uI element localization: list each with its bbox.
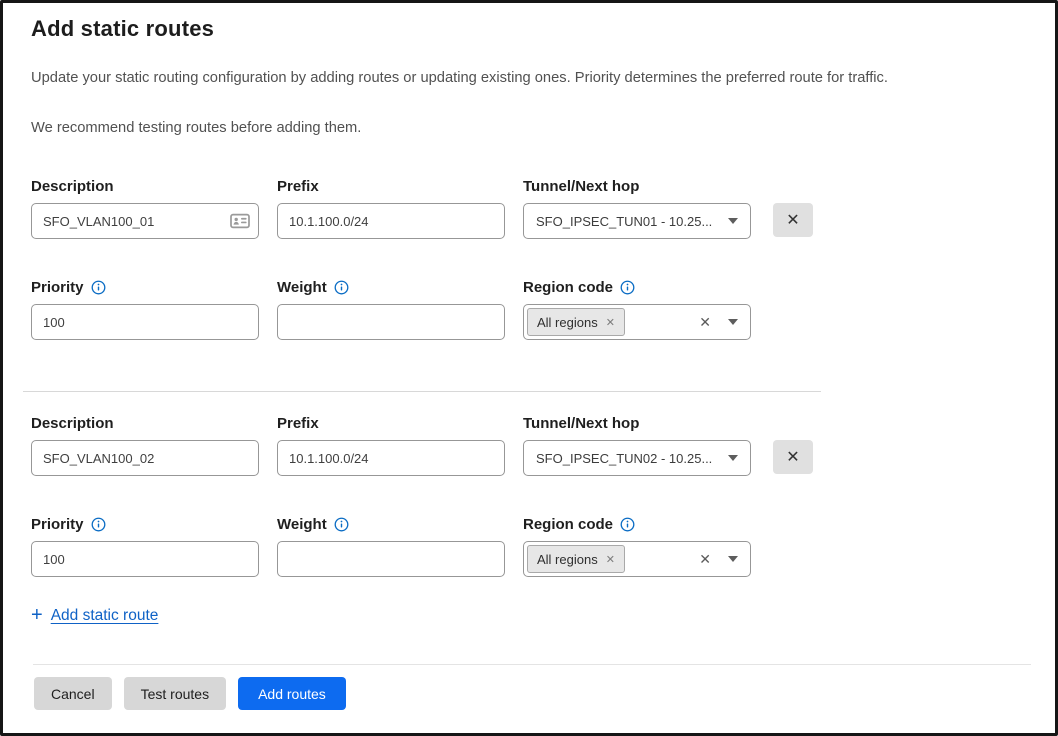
route-1-delete-field: ✕ — [769, 177, 813, 239]
delete-route-button[interactable]: ✕ — [773, 203, 813, 237]
info-icon[interactable] — [620, 517, 635, 532]
route-2-weight-field: Weight — [277, 515, 505, 577]
clear-icon[interactable]: ✕ — [699, 551, 711, 568]
chip-remove-icon[interactable]: ✕ — [606, 553, 615, 566]
delete-route-button[interactable]: ✕ — [773, 440, 813, 474]
plus-icon: + — [31, 605, 43, 625]
weight-label: Weight — [277, 516, 327, 533]
prefix-input[interactable] — [277, 440, 505, 476]
route-2-priority-field: Priority — [31, 515, 259, 577]
footer-buttons: Cancel Test routes Add routes — [34, 677, 346, 710]
chevron-down-icon — [728, 556, 738, 562]
region-chip-label: All regions — [537, 315, 598, 330]
tunnel-label: Tunnel/Next hop — [523, 414, 751, 433]
route-1-weight-field: Weight — [277, 278, 505, 340]
description-input[interactable] — [31, 203, 259, 239]
tunnel-select-value: SFO_IPSEC_TUN02 - 10.25... — [536, 451, 728, 466]
chevron-down-icon — [728, 218, 738, 224]
region-code-label: Region code — [523, 279, 613, 296]
prefix-input[interactable] — [277, 203, 505, 239]
route-2-tunnel-field: Tunnel/Next hop SFO_IPSEC_TUN02 - 10.25.… — [523, 414, 751, 476]
route-entry-2: Description Prefix Tunnel/Next hop SFO_I… — [31, 414, 847, 577]
chip-remove-icon[interactable]: ✕ — [606, 316, 615, 329]
prefix-label: Prefix — [277, 414, 505, 433]
priority-label: Priority — [31, 516, 84, 533]
contact-card-icon[interactable] — [230, 213, 250, 229]
test-routes-button[interactable]: Test routes — [124, 677, 226, 710]
route-2-prefix-field: Prefix — [277, 414, 505, 476]
cancel-button[interactable]: Cancel — [34, 677, 112, 710]
close-icon: ✕ — [786, 210, 799, 230]
route-1-priority-field: Priority — [31, 278, 259, 340]
chevron-down-icon — [728, 455, 738, 461]
route-1-prefix-field: Prefix — [277, 177, 505, 239]
route-2-region-field: Region code All regions ✕ ✕ — [523, 515, 751, 577]
info-icon[interactable] — [91, 517, 106, 532]
note-text: We recommend testing routes before addin… — [31, 120, 361, 136]
info-icon[interactable] — [334, 280, 349, 295]
description-input[interactable] — [31, 440, 259, 476]
route-2-delete-field: ✕ — [769, 414, 813, 476]
weight-input[interactable] — [277, 541, 505, 577]
tunnel-label: Tunnel/Next hop — [523, 177, 751, 196]
priority-input[interactable] — [31, 541, 259, 577]
info-icon[interactable] — [334, 517, 349, 532]
priority-label: Priority — [31, 279, 84, 296]
region-code-label: Region code — [523, 516, 613, 533]
route-1-region-field: Region code All regions ✕ ✕ — [523, 278, 751, 340]
route-1-secondary-row: Priority Weight — [31, 278, 847, 340]
route-entry-1: Description Prefix — [31, 177, 847, 340]
route-2-secondary-row: Priority Weight — [31, 515, 847, 577]
region-chip: All regions ✕ — [527, 308, 625, 336]
add-static-route-link[interactable]: + Add static route — [31, 607, 158, 625]
description-label: Description — [31, 414, 259, 433]
tunnel-select-value: SFO_IPSEC_TUN01 - 10.25... — [536, 214, 728, 229]
region-chip-label: All regions — [537, 552, 598, 567]
close-icon: ✕ — [786, 447, 799, 467]
route-2-main-row: Description Prefix Tunnel/Next hop SFO_I… — [31, 414, 847, 476]
weight-label: Weight — [277, 279, 327, 296]
route-1-tunnel-field: Tunnel/Next hop SFO_IPSEC_TUN01 - 10.25.… — [523, 177, 751, 239]
info-icon[interactable] — [91, 280, 106, 295]
footer-divider — [33, 664, 1031, 665]
chevron-down-icon — [728, 319, 738, 325]
tunnel-select[interactable]: SFO_IPSEC_TUN02 - 10.25... — [523, 440, 751, 476]
region-chip: All regions ✕ — [527, 545, 625, 573]
region-code-select[interactable]: All regions ✕ ✕ — [523, 304, 751, 340]
add-static-route-label: Add static route — [51, 607, 159, 625]
prefix-label: Prefix — [277, 177, 505, 196]
tunnel-select[interactable]: SFO_IPSEC_TUN01 - 10.25... — [523, 203, 751, 239]
add-routes-button[interactable]: Add routes — [238, 677, 346, 710]
intro-text: Update your static routing configuration… — [31, 70, 1036, 86]
region-code-select[interactable]: All regions ✕ ✕ — [523, 541, 751, 577]
clear-icon[interactable]: ✕ — [699, 314, 711, 331]
description-label: Description — [31, 177, 259, 196]
entry-divider — [23, 391, 821, 392]
page-title: Add static routes — [31, 16, 214, 42]
info-icon[interactable] — [620, 280, 635, 295]
priority-input[interactable] — [31, 304, 259, 340]
weight-input[interactable] — [277, 304, 505, 340]
add-static-routes-dialog: Add static routes Update your static rou… — [0, 0, 1058, 736]
route-2-description-field: Description — [31, 414, 259, 476]
route-1-description-field: Description — [31, 177, 259, 239]
route-1-main-row: Description Prefix — [31, 177, 847, 239]
